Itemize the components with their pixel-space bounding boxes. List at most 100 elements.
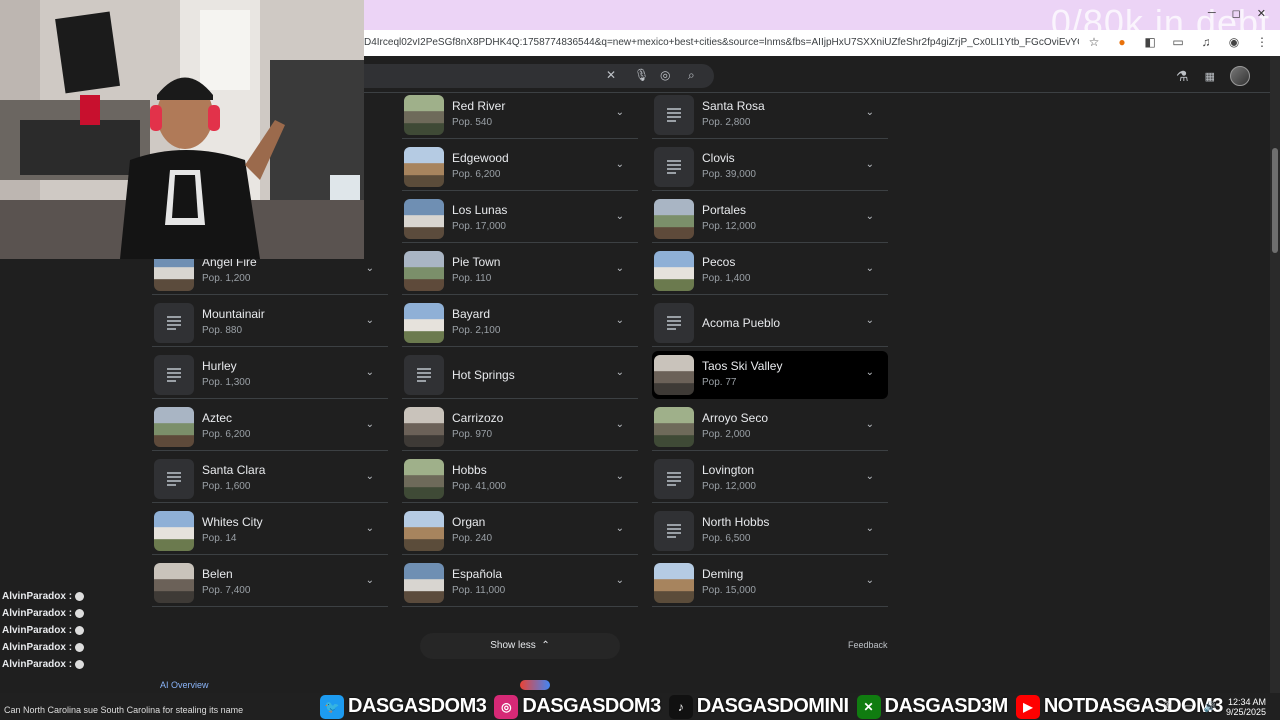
city-card[interactable]: Portales Pop. 12,000 ⌄ xyxy=(652,195,888,243)
city-card[interactable]: Edgewood Pop. 6,200 ⌄ xyxy=(402,143,638,191)
city-card[interactable]: North Hobbs Pop. 6,500 ⌄ xyxy=(652,507,888,555)
chevron-down-icon[interactable]: ⌄ xyxy=(616,419,624,430)
search-input[interactable]: ✕ 🎙 ◎ ⌕ xyxy=(364,64,714,88)
chevron-down-icon[interactable]: ⌄ xyxy=(616,315,624,326)
chevron-down-icon[interactable]: ⌄ xyxy=(366,419,374,430)
chevron-down-icon[interactable]: ⌄ xyxy=(616,575,624,586)
city-card[interactable]: Mountainair Pop. 880 ⌄ xyxy=(152,299,388,347)
media-icon[interactable]: ♫ xyxy=(1198,35,1214,49)
chevron-down-icon[interactable]: ⌄ xyxy=(866,315,874,326)
show-less-button[interactable]: Show less ⌃ xyxy=(420,633,620,659)
chevron-down-icon[interactable]: ⌄ xyxy=(366,523,374,534)
clock[interactable]: 12:34 AM 9/25/2025 xyxy=(1226,697,1266,717)
city-card[interactable]: Acoma Pueblo ⌄ xyxy=(652,299,888,347)
city-card[interactable]: Belen Pop. 7,400 ⌄ xyxy=(152,559,388,607)
city-card[interactable]: Pecos Pop. 1,400 ⌄ xyxy=(652,247,888,295)
chevron-down-icon[interactable]: ⌄ xyxy=(866,159,874,170)
chevron-down-icon[interactable]: ⌄ xyxy=(866,523,874,534)
city-card[interactable]: Hurley Pop. 1,300 ⌄ xyxy=(152,351,388,399)
city-card[interactable]: Santa Clara Pop. 1,600 ⌄ xyxy=(152,455,388,503)
monitor-icon[interactable]: ▭ xyxy=(1184,702,1193,713)
chat-emote-icon xyxy=(75,642,85,652)
chevron-down-icon[interactable]: ⌄ xyxy=(616,367,624,378)
lens-icon[interactable]: ◎ xyxy=(660,68,670,82)
apps-grid-icon[interactable]: ▦ xyxy=(1205,70,1215,83)
profile-icon[interactable]: ◉ xyxy=(1226,35,1242,49)
city-population: Pop. 540 xyxy=(452,117,493,128)
city-card[interactable]: Aztec Pop. 6,200 ⌄ xyxy=(152,403,388,451)
browser-menu-icon[interactable]: ⋮ xyxy=(1254,35,1270,49)
tray-chevron-icon[interactable]: ⌃ xyxy=(1127,702,1135,713)
chevron-down-icon[interactable]: ⌄ xyxy=(616,211,624,222)
chevron-down-icon[interactable]: ⌄ xyxy=(866,419,874,430)
chevron-down-icon[interactable]: ⌄ xyxy=(366,471,374,482)
bookmark-star-icon[interactable]: ☆ xyxy=(1086,35,1102,49)
microphone-icon[interactable]: 🎙 xyxy=(1161,702,1174,713)
city-card[interactable]: Los Lunas Pop. 17,000 ⌄ xyxy=(402,195,638,243)
city-name: Portales xyxy=(702,203,747,217)
chevron-down-icon[interactable]: ⌄ xyxy=(366,315,374,326)
city-card[interactable]: Pie Town Pop. 110 ⌄ xyxy=(402,247,638,295)
city-card[interactable]: Red River Pop. 540 ⌄ xyxy=(402,91,638,139)
city-card[interactable]: Española Pop. 11,000 ⌄ xyxy=(402,559,638,607)
city-name: Clovis xyxy=(702,151,735,165)
mic-icon[interactable]: 🎙 xyxy=(634,68,649,82)
ai-overview-label[interactable]: AI Overview xyxy=(160,680,209,690)
chevron-down-icon[interactable]: ⌄ xyxy=(366,263,374,274)
city-name: Belen xyxy=(202,567,233,581)
labs-icon[interactable]: ⚗ xyxy=(1176,68,1189,85)
show-less-label: Show less xyxy=(490,640,536,651)
city-card[interactable]: Bayard Pop. 2,100 ⌄ xyxy=(402,299,638,347)
chevron-down-icon[interactable]: ⌄ xyxy=(616,263,624,274)
city-card[interactable]: Organ Pop. 240 ⌄ xyxy=(402,507,638,555)
city-card[interactable]: Lovington Pop. 12,000 ⌄ xyxy=(652,455,888,503)
cast-icon[interactable]: ▭ xyxy=(1170,35,1186,49)
extension-puzzle-icon[interactable]: ◧ xyxy=(1142,35,1158,49)
city-name: Hobbs xyxy=(452,463,487,477)
city-card[interactable]: Whites City Pop. 14 ⌄ xyxy=(152,507,388,555)
extension-icon[interactable]: ● xyxy=(1114,35,1130,49)
chevron-down-icon[interactable]: ⌄ xyxy=(366,367,374,378)
chevron-down-icon[interactable]: ⌄ xyxy=(616,159,624,170)
chevron-down-icon[interactable]: ⌄ xyxy=(866,107,874,118)
page-scrollbar[interactable] xyxy=(1270,56,1280,693)
city-population: Pop. 17,000 xyxy=(452,221,506,232)
chevron-down-icon[interactable]: ⌄ xyxy=(616,471,624,482)
document-icon xyxy=(404,355,444,395)
minimize-button[interactable]: ─ xyxy=(1208,7,1216,20)
city-card[interactable]: Clovis Pop. 39,000 ⌄ xyxy=(652,143,888,191)
chevron-down-icon[interactable]: ⌄ xyxy=(616,523,624,534)
city-card[interactable]: Carrizozo Pop. 970 ⌄ xyxy=(402,403,638,451)
chevron-down-icon[interactable]: ⌄ xyxy=(866,263,874,274)
city-thumbnail xyxy=(404,511,444,551)
address-bar[interactable]: D4Irceql02vI2PeSGf8nX8PDHK4Q:17587748365… xyxy=(364,30,1280,56)
search-icon[interactable]: ⌕ xyxy=(688,68,695,83)
city-card[interactable]: Arroyo Seco Pop. 2,000 ⌄ xyxy=(652,403,888,451)
city-card[interactable]: Santa Rosa Pop. 2,800 ⌄ xyxy=(652,91,888,139)
feedback-link[interactable]: Feedback xyxy=(848,640,888,650)
clear-search-icon[interactable]: ✕ xyxy=(606,68,616,82)
url-text[interactable]: D4Irceql02vI2PeSGf8nX8PDHK4Q:17587748365… xyxy=(364,37,1079,48)
chevron-down-icon[interactable]: ⌄ xyxy=(866,471,874,482)
city-card[interactable]: Hot Springs ⌄ xyxy=(402,351,638,399)
network-icon[interactable]: ◔ xyxy=(1145,702,1151,713)
maximize-button[interactable]: ◻ xyxy=(1232,7,1241,20)
chevron-down-icon[interactable]: ⌄ xyxy=(866,575,874,586)
city-name: Española xyxy=(452,567,503,581)
close-window-button[interactable]: ✕ xyxy=(1257,7,1266,20)
browser-title-bar: 0/80k in debt ─ ◻ ✕ xyxy=(364,0,1280,43)
chevron-down-icon[interactable]: ⌄ xyxy=(866,367,874,378)
city-card[interactable]: Hobbs Pop. 41,000 ⌄ xyxy=(402,455,638,503)
chevron-down-icon[interactable]: ⌄ xyxy=(366,575,374,586)
avatar[interactable] xyxy=(1230,66,1250,86)
city-card[interactable]: Taos Ski Valley Pop. 77 ⌄ xyxy=(652,351,888,399)
chevron-down-icon[interactable]: ⌄ xyxy=(616,107,624,118)
city-population: Pop. 970 xyxy=(452,429,493,440)
scrollbar-thumb[interactable] xyxy=(1272,148,1278,253)
city-thumbnail xyxy=(404,95,444,135)
city-name: Lovington xyxy=(702,463,755,477)
city-card[interactable]: Deming Pop. 15,000 ⌄ xyxy=(652,559,888,607)
youtube-icon: ▶ xyxy=(1015,694,1040,719)
chevron-down-icon[interactable]: ⌄ xyxy=(866,211,874,222)
volume-icon[interactable]: 🔊 xyxy=(1204,702,1216,713)
